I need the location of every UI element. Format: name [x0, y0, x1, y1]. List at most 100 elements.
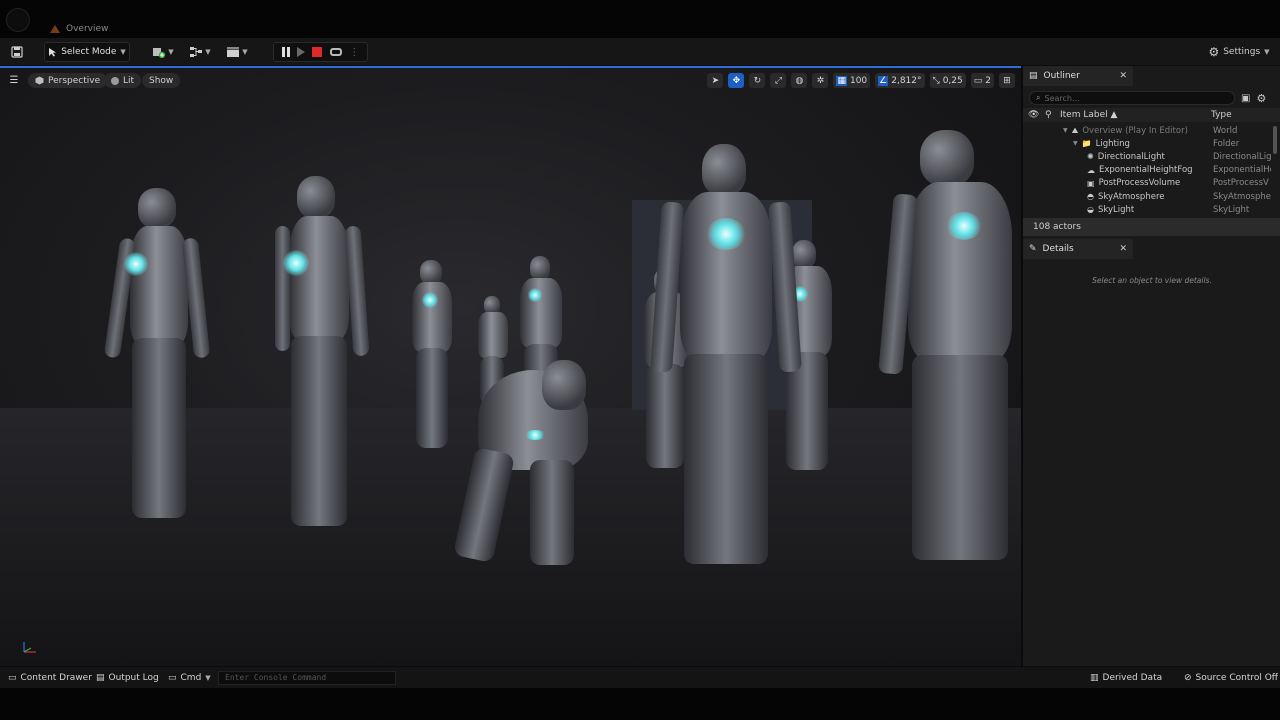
gear-icon[interactable]: ⚙: [1256, 92, 1266, 105]
outliner-row[interactable]: ▣ PostProcessVolume PostProcessV: [1023, 177, 1271, 190]
source-control-label: Source Control Off: [1195, 673, 1278, 683]
visibility-eye-icon[interactable]: 👁: [1028, 110, 1039, 120]
more-options-icon[interactable]: ⋮: [349, 47, 359, 58]
eject-icon[interactable]: [329, 48, 342, 56]
rotation-snap-button[interactable]: ∠ 2,812°: [875, 73, 925, 88]
perspective-button[interactable]: Perspective: [28, 73, 108, 88]
level-icon: [50, 25, 60, 33]
source-control-button[interactable]: ⊘ Source Control Off: [1184, 671, 1278, 685]
outliner-search-input[interactable]: ⌕ Search...: [1029, 91, 1235, 105]
cursor-icon: [49, 48, 57, 57]
add-cube-icon: [153, 48, 166, 58]
folder-icon: 📁: [1081, 139, 1092, 149]
crouching-mannequin: [453, 360, 600, 570]
move-icon: ✥: [732, 75, 741, 86]
save-icon: [11, 46, 23, 58]
stop-icon[interactable]: [312, 47, 323, 57]
right-panel: ▤ Outliner ✕ ⌕ Search... ▣ ⚙ 👁 ⚲ Item La…: [1022, 66, 1280, 666]
lit-sphere-icon: [111, 76, 119, 85]
outliner-row[interactable]: ☁ ExponentialHeightFog ExponentialHe: [1023, 164, 1271, 177]
outliner-row-label: Lighting: [1095, 138, 1130, 149]
expand-arrow-icon[interactable]: ▼: [1063, 127, 1068, 134]
scale-snap-button[interactable]: ⤡ 0,25: [929, 73, 966, 88]
add-folder-icon[interactable]: ▣: [1241, 93, 1250, 104]
output-log-button[interactable]: ▤ Output Log: [96, 671, 159, 685]
scale-tool-button[interactable]: ⤢: [770, 73, 787, 88]
outliner-row-label-group: ▼ 📁 Lighting: [1073, 139, 1130, 149]
app-logo[interactable]: [6, 8, 30, 32]
settings-label: Settings: [1223, 47, 1261, 57]
type-column-header[interactable]: Type: [1211, 110, 1232, 120]
viewport-menu-button[interactable]: ☰: [6, 73, 22, 88]
chevron-down-icon: ▼: [1264, 48, 1270, 56]
content-drawer-label: Content Drawer: [20, 673, 92, 683]
close-icon[interactable]: ✕: [1119, 244, 1127, 254]
volume-icon: ▣: [1087, 178, 1095, 188]
outliner-row-type: ExponentialHe: [1213, 165, 1271, 176]
mannequin-figure: [650, 144, 810, 564]
camera-speed-value: 2: [985, 75, 991, 86]
step-forward-icon[interactable]: [297, 47, 306, 57]
sky-icon: ◓: [1087, 192, 1094, 202]
coordinate-space-button[interactable]: ◍: [791, 73, 808, 88]
chevron-down-icon: ▼: [168, 48, 174, 56]
outliner-row[interactable]: ◒ SkyLight SkyLight: [1023, 203, 1271, 216]
level-viewport[interactable]: ☰ Perspective Lit Show ➤ ✥ ↻ ⤢ ◍ ✲ ▦ 100: [0, 66, 1021, 666]
settings-button[interactable]: ⚙ Settings ▼: [1208, 42, 1270, 62]
add-content-button[interactable]: ▼: [148, 42, 178, 62]
drawer-icon: ▭: [8, 673, 17, 683]
grid-snap-button[interactable]: ▦ 100: [833, 73, 871, 88]
close-icon[interactable]: ✕: [1119, 71, 1127, 81]
scale-icon: ⤢: [774, 75, 783, 86]
expand-arrow-icon[interactable]: ▼: [1073, 140, 1078, 147]
clapboard-icon: [227, 47, 240, 57]
log-icon: ▤: [96, 673, 105, 683]
chevron-down-icon: ▼: [205, 674, 211, 682]
outliner-row-label: DirectionalLight: [1097, 151, 1165, 162]
viewport-layout-button[interactable]: ⊞: [999, 73, 1015, 88]
blueprint-button[interactable]: ▼: [185, 42, 215, 62]
outliner-row-label-group: ☁ ExponentialHeightFog: [1087, 165, 1193, 175]
camera-speed-button[interactable]: ▭ 2: [970, 73, 994, 88]
cinematics-button[interactable]: ▼: [222, 42, 252, 62]
save-button[interactable]: [6, 42, 28, 62]
mannequin-figure: [878, 130, 1021, 560]
outliner-tab[interactable]: ▤ Outliner ✕: [1023, 66, 1133, 86]
pause-icon[interactable]: [281, 47, 290, 57]
console-command-input[interactable]: Enter Console Command: [218, 671, 396, 685]
outliner-row[interactable]: ◓SkyAtmosphereSkyAtmosphere: [1023, 190, 1271, 203]
outliner-tab-label: Outliner: [1043, 71, 1080, 81]
terminal-icon: ▭: [168, 673, 177, 683]
outliner-row-type: PostProcessV: [1213, 178, 1269, 189]
details-tab[interactable]: ✎ Details ✕: [1023, 239, 1133, 259]
cmd-dropdown[interactable]: ▭ Cmd ▼: [168, 671, 211, 685]
outliner-row[interactable]: ▼ ⛰ Overview (Play In Editor) World: [1023, 124, 1271, 137]
lit-label: Lit: [123, 75, 135, 86]
output-log-label: Output Log: [108, 673, 159, 683]
derived-data-button[interactable]: ▥ Derived Data: [1090, 671, 1162, 685]
show-button[interactable]: Show: [142, 73, 181, 88]
content-drawer-button[interactable]: ▭ Content Drawer: [8, 671, 92, 685]
view-mode-button[interactable]: Lit: [104, 73, 142, 88]
outliner-scrollbar[interactable]: [1273, 126, 1277, 154]
show-label: Show: [149, 75, 174, 86]
item-label-column-header[interactable]: Item Label ▲: [1060, 110, 1117, 120]
chevron-down-icon: ▼: [205, 48, 211, 56]
outliner-row[interactable]: ▼ 📁 Lighting Folder: [1023, 137, 1271, 150]
select-mode-dropdown[interactable]: Select Mode ▼: [44, 42, 130, 62]
outliner-row-label: Overview (Play In Editor): [1082, 125, 1188, 136]
grid-snap-value: 100: [849, 75, 868, 86]
outliner-row[interactable]: ✺DirectionalLightDirectionalLight: [1023, 150, 1271, 163]
pin-icon[interactable]: ⚲: [1045, 110, 1052, 120]
surface-snap-button[interactable]: ✲: [812, 73, 829, 88]
outliner-row-label: PostProcessVolume: [1098, 178, 1181, 189]
outliner-row-label-group: ▣ PostProcessVolume: [1087, 178, 1180, 188]
level-tab[interactable]: Overview: [44, 20, 120, 38]
main-toolbar: Select Mode ▼ ▼ ▼ ▼ ⋮ ⚙ Settings ▼: [0, 38, 1280, 66]
outliner-row-type: World: [1213, 125, 1238, 136]
rotate-tool-button[interactable]: ↻: [749, 73, 766, 88]
translate-tool-button[interactable]: ✥: [728, 73, 745, 88]
blueprint-icon: [190, 47, 203, 57]
outliner-row-label: ExponentialHeightFog: [1099, 165, 1193, 176]
select-tool-button[interactable]: ➤: [707, 73, 724, 88]
